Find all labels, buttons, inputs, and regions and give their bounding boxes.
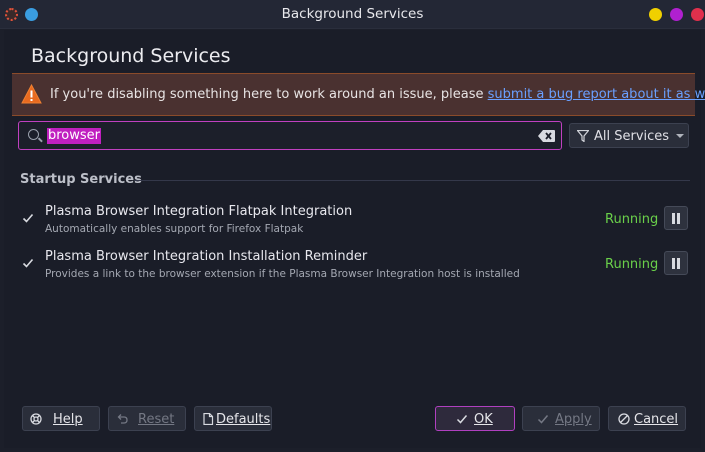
dialog: Background Services If you're disabling … xyxy=(4,30,705,448)
defaults-button[interactable]: Defaults xyxy=(194,406,272,431)
search-icon xyxy=(28,129,39,140)
title-bar: Background Services xyxy=(0,0,705,29)
reset-button[interactable]: Reset xyxy=(108,406,186,431)
warning-text: If you're disabling something here to wo… xyxy=(50,87,488,102)
search-input[interactable]: browser xyxy=(47,128,102,144)
check-icon xyxy=(537,415,549,424)
enabled-checkbox[interactable] xyxy=(22,257,34,269)
cancel-button[interactable]: Cancel xyxy=(608,406,686,431)
search-field[interactable]: browser xyxy=(18,121,562,150)
close-button[interactable] xyxy=(691,8,704,21)
help-button[interactable]: Help xyxy=(22,406,100,431)
service-filter-dropdown[interactable]: All Services xyxy=(569,123,689,148)
service-description: Automatically enables support for Firefo… xyxy=(45,223,304,235)
ok-label: OK xyxy=(474,412,493,427)
funnel-icon xyxy=(577,130,589,142)
enabled-checkbox[interactable] xyxy=(22,212,34,224)
service-status: Running xyxy=(605,257,659,272)
maximize-button[interactable] xyxy=(670,8,683,21)
ok-button[interactable]: OK xyxy=(435,406,515,431)
apply-button[interactable]: Apply xyxy=(522,406,600,431)
window-title: Background Services xyxy=(281,6,424,22)
pause-service-button[interactable] xyxy=(664,206,688,230)
bug-report-link[interactable]: submit a bug report about it as well. xyxy=(488,87,705,102)
undo-icon xyxy=(117,414,128,424)
warning-banner: If you're disabling something here to wo… xyxy=(12,73,705,116)
cancel-label: Cancel xyxy=(634,412,679,427)
section-heading: Startup Services xyxy=(20,172,142,187)
help-label: Help xyxy=(53,412,83,427)
page-title: Background Services xyxy=(31,45,231,67)
document-icon xyxy=(203,413,214,425)
warning-icon xyxy=(21,84,42,104)
check-icon xyxy=(456,415,468,424)
chevron-down-icon xyxy=(676,134,684,138)
service-name: Plasma Browser Integration Flatpak Integ… xyxy=(45,204,353,219)
defaults-label: Defaults xyxy=(216,412,271,427)
pause-service-button[interactable] xyxy=(664,251,688,275)
service-status: Running xyxy=(605,212,659,227)
section-divider xyxy=(134,180,690,181)
warning-message: If you're disabling something here to wo… xyxy=(50,87,705,102)
filter-label: All Services xyxy=(594,129,670,144)
clear-text-icon[interactable] xyxy=(538,130,555,142)
service-row: Plasma Browser Integration Flatpak Integ… xyxy=(12,200,695,244)
cancel-icon xyxy=(618,413,630,425)
help-icon xyxy=(30,413,42,425)
minimize-button[interactable] xyxy=(649,8,662,21)
reset-label: Reset xyxy=(138,412,175,427)
apply-label: Apply xyxy=(555,412,592,427)
service-row: Plasma Browser Integration Installation … xyxy=(12,245,695,289)
service-name: Plasma Browser Integration Installation … xyxy=(45,249,368,264)
service-description: Provides a link to the browser extension… xyxy=(45,268,520,280)
